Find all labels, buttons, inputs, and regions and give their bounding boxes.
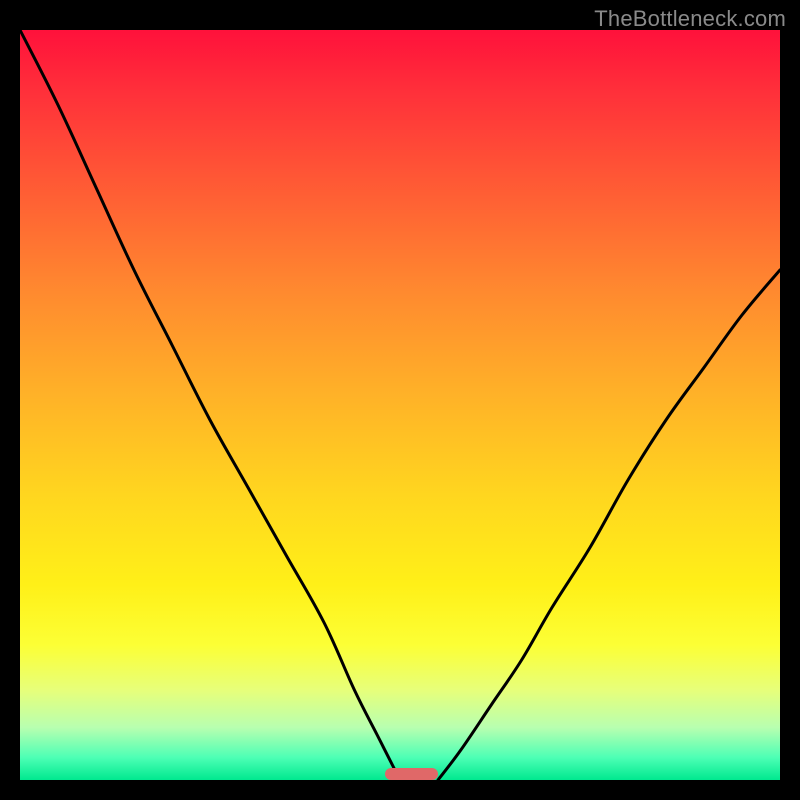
plot-area: [20, 30, 780, 780]
watermark-text: TheBottleneck.com: [594, 6, 786, 32]
chart-frame: TheBottleneck.com: [0, 0, 800, 800]
curve-right: [438, 270, 780, 780]
optimal-zone-marker: [385, 768, 438, 780]
curve-layer: [20, 30, 780, 780]
curve-left: [20, 30, 400, 780]
